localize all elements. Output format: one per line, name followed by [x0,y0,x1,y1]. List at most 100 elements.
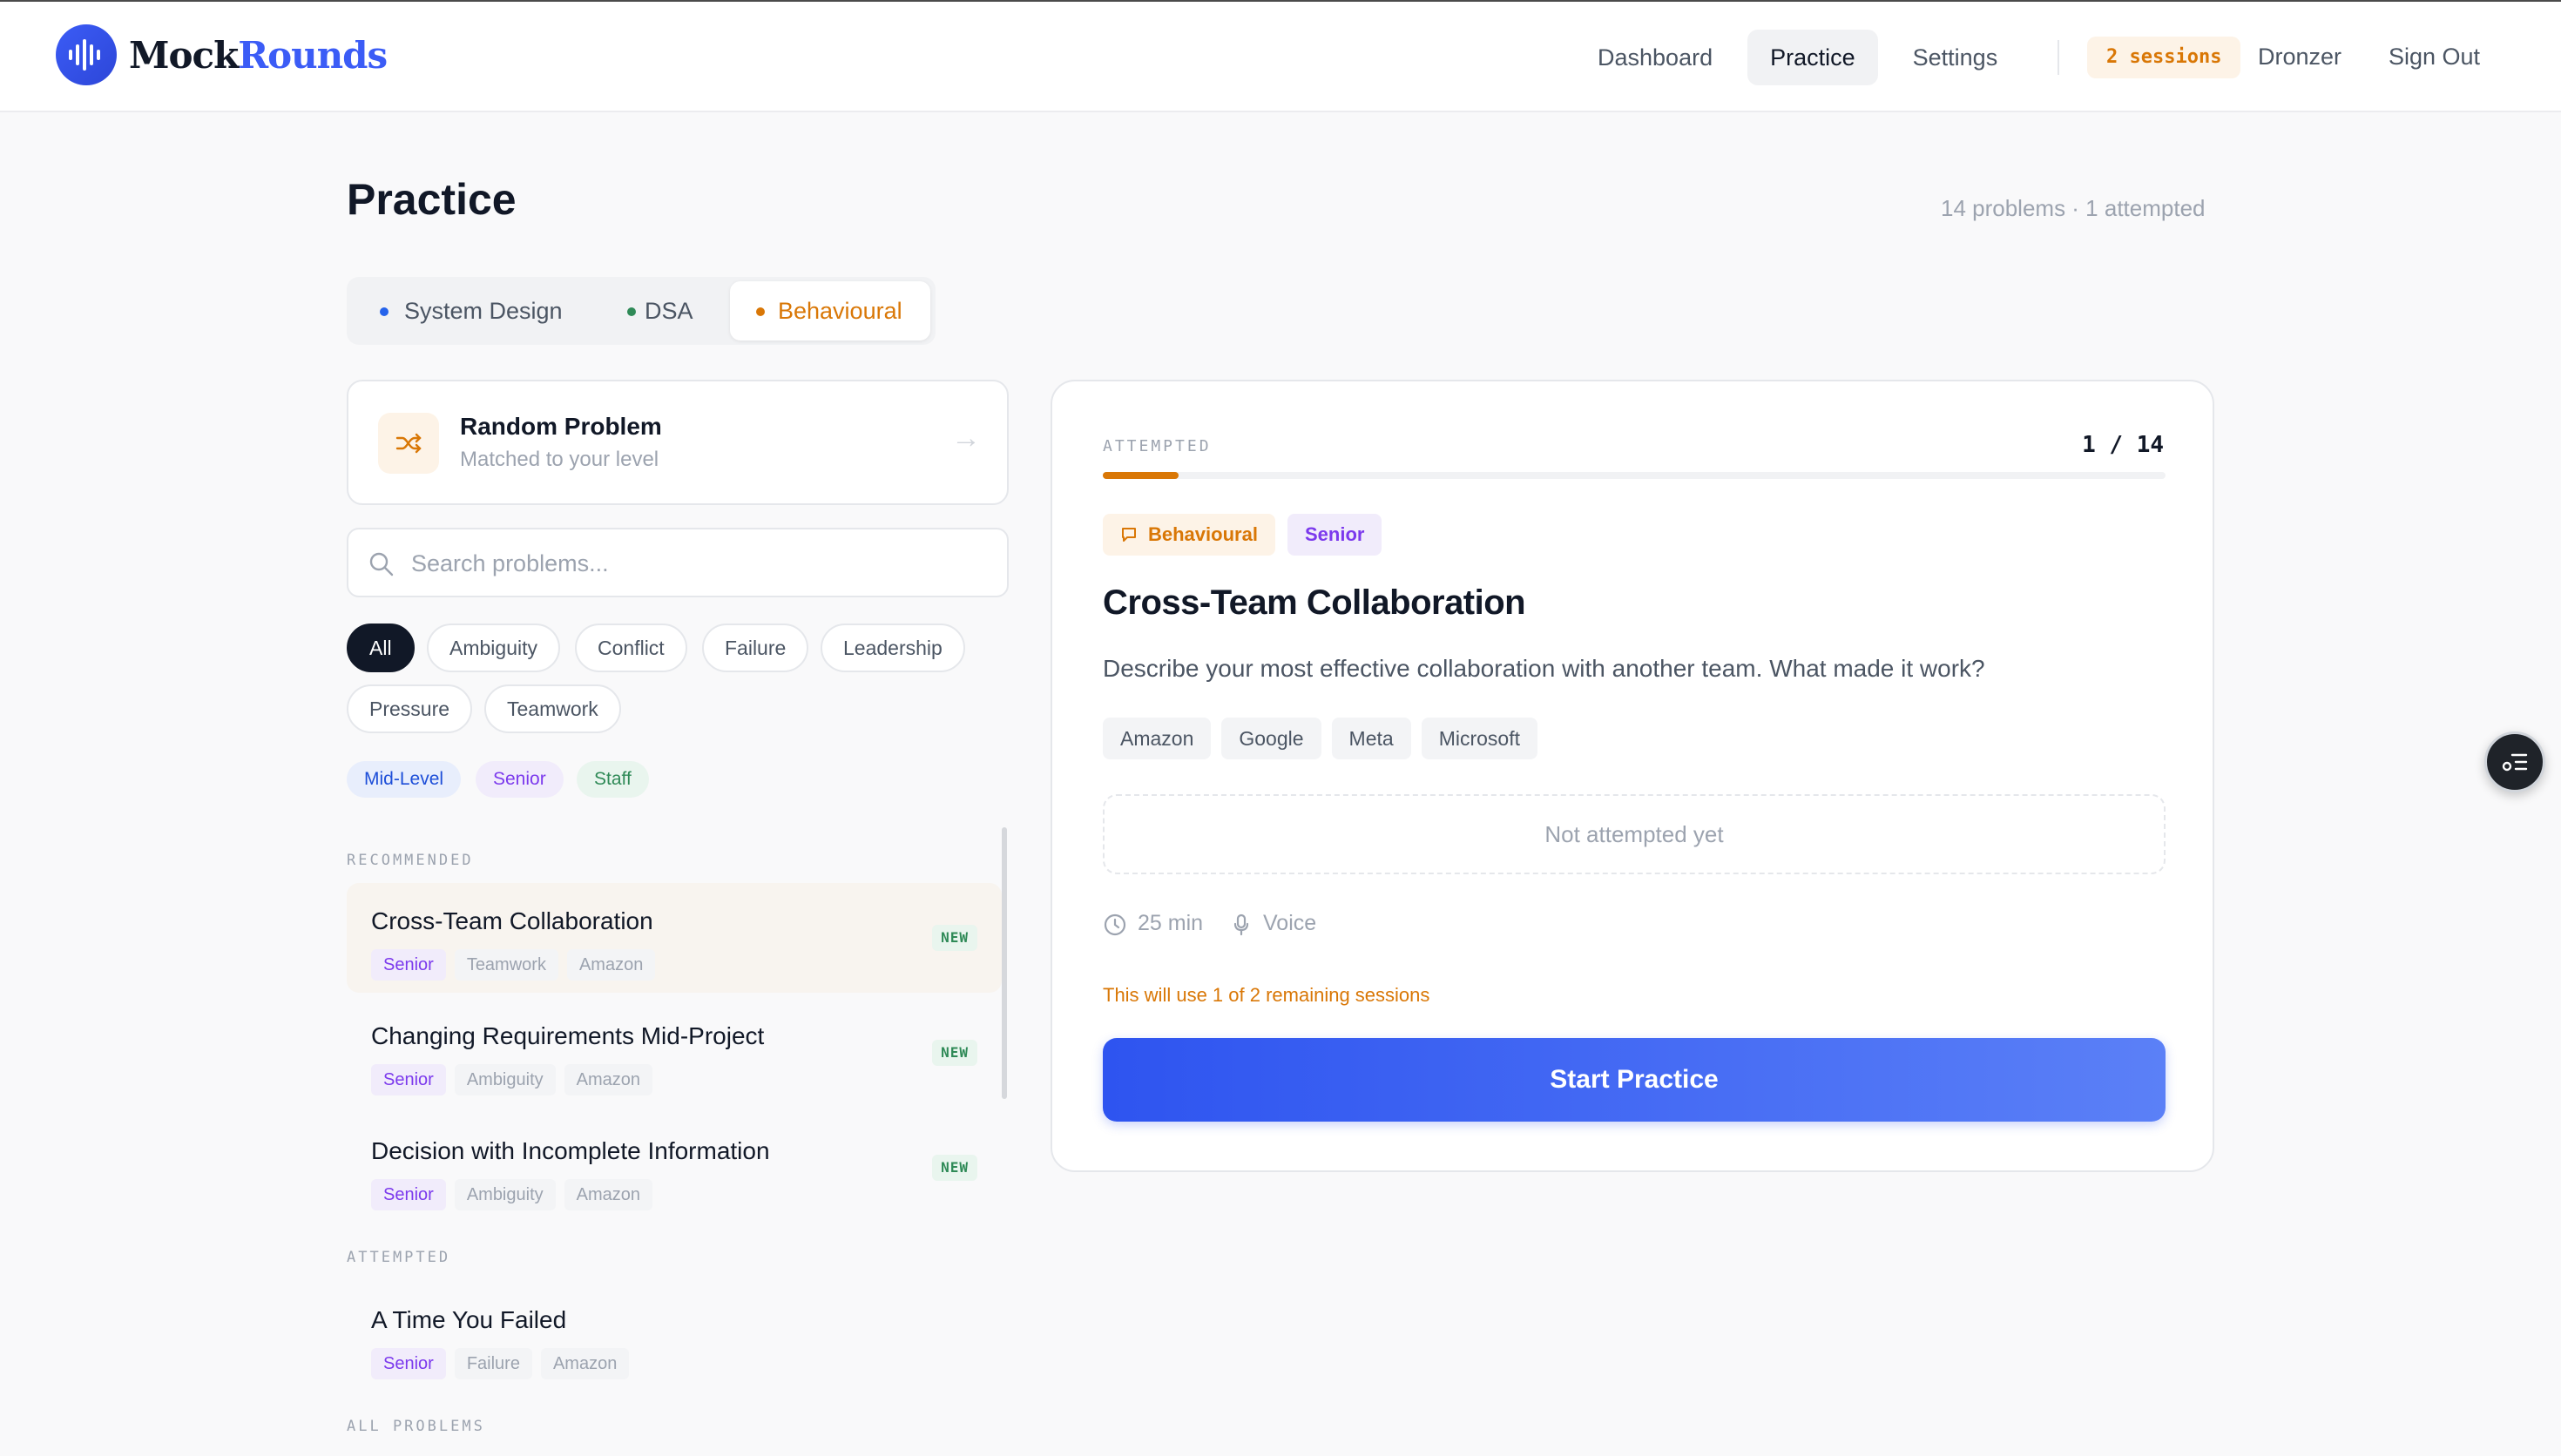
top-header: MockRounds Dashboard Practice Settings 2… [0,2,2561,112]
tab-behavioural[interactable]: Behavioural [730,281,930,340]
problem-item[interactable]: Changing Requirements Mid-Project Senior… [347,998,1002,1108]
tab-dsa[interactable]: DSA [622,277,726,345]
tab-label: DSA [645,298,693,324]
tab-system-design[interactable]: System Design [364,277,617,345]
category-tag: Teamwork [454,949,558,981]
company-tag: Meta [1331,718,1411,759]
company-tag: Amazon [564,1064,652,1095]
problem-tags: Senior Teamwork Amazon [371,949,664,981]
search-box [347,528,1009,597]
level-tag: Senior [371,1064,446,1095]
waveform-logo-icon [56,24,117,85]
problem-tags: Senior Failure Amazon [371,1348,638,1379]
filter-leadership[interactable]: Leadership [821,624,965,672]
attempt-status-label: ATTEMPTED [1103,437,1212,455]
tab-label: System Design [404,298,563,324]
nav-dashboard[interactable]: Dashboard [1575,30,1735,85]
problem-title: Decision with Incomplete Information [371,1137,770,1164]
problem-tags: Senior Ambiguity Amazon [371,1064,661,1095]
nav-divider [2058,40,2059,75]
progress-fill [1103,472,1179,479]
tab-label: Behavioural [778,298,902,324]
main-nav: Dashboard Practice Settings [1575,30,2020,85]
level-badge: Senior [1287,514,1382,556]
duration-text: 25 min [1138,911,1204,935]
section-label-all: ALL PROBLEMS [347,1418,485,1435]
duration-info: 25 min [1103,911,1203,936]
company-tag: Amazon [1103,718,1212,759]
problem-item[interactable]: Decision with Incomplete Information Sen… [347,1113,1002,1223]
page-title: Practice [347,175,517,224]
mode-info: Voice [1232,911,1316,936]
new-badge: NEW [932,925,977,951]
random-problem-subtitle: Matched to your level [460,448,659,471]
new-badge: NEW [932,1155,977,1181]
attempt-history-placeholder: Not attempted yet [1103,794,2166,874]
progress-track [1103,472,2166,479]
category-tag: Failure [454,1348,532,1379]
problem-title: Cross-Team Collaboration [371,907,653,934]
arrow-right-icon: → [951,421,981,455]
type-label: Behavioural [1148,523,1258,545]
filter-all[interactable]: All [347,624,415,672]
random-problem-card[interactable]: Random Problem Matched to your level → [347,380,1009,505]
section-label-attempted: ATTEMPTED [347,1249,451,1266]
level-tag: Senior [371,1348,446,1379]
start-practice-button[interactable]: Start Practice [1103,1038,2166,1122]
problem-title: Changing Requirements Mid-Project [371,1022,765,1049]
filter-conflict[interactable]: Conflict [575,624,687,672]
new-badge: NEW [932,1040,977,1066]
company-tag: Amazon [564,1179,652,1210]
type-badge: Behavioural [1103,514,1275,556]
filter-failure[interactable]: Failure [702,624,809,672]
problem-count: 14 problems · 1 attempted [1941,195,2206,221]
filter-teamwork[interactable]: Teamwork [484,684,621,733]
problem-counter: 1 / 14 [2082,432,2164,458]
search-icon [369,552,394,576]
track-tabs: System Design DSA Behavioural [347,277,936,345]
chat-bubble-icon [1122,528,1136,542]
random-problem-title: Random Problem [460,413,662,440]
category-tag: Ambiguity [454,1064,556,1095]
section-label-recommended: RECOMMENDED [347,852,474,869]
filter-ambiguity[interactable]: Ambiguity [427,624,560,672]
problem-detail-title: Cross-Team Collaboration [1103,583,1526,622]
tab-dot-icon [380,307,389,316]
search-input[interactable] [411,531,986,596]
clock-icon [1104,913,1126,936]
floating-menu-button[interactable] [2484,731,2545,792]
level-filter-senior[interactable]: Senior [476,761,564,798]
problem-description: Describe your most effective collaborati… [1103,655,1985,682]
logo-text: MockRounds [129,33,388,77]
company-tag: Google [1221,718,1321,759]
level-tag: Senior [371,1179,446,1210]
session-warning: This will use 1 of 2 remaining sessions [1103,984,1430,1006]
mode-text: Voice [1263,911,1317,935]
nav-settings[interactable]: Settings [1890,30,2021,85]
tab-dot-icon [756,307,765,316]
list-scrollbar[interactable] [1002,827,1007,1099]
problem-detail-card: ATTEMPTED 1 / 14 Behavioural Senior Cros… [1051,380,2214,1172]
problem-item[interactable]: Cross-Team Collaboration Senior Teamwork… [347,883,1002,993]
tab-dot-icon [627,307,636,316]
user-name[interactable]: Dronzer [2258,44,2341,71]
problem-item[interactable]: A Time You Failed Senior Failure Amazon [347,1282,1002,1392]
company-tag: Amazon [540,1348,630,1379]
level-tag: Senior [371,949,446,981]
microphone-icon [1233,913,1249,936]
problem-tags: Senior Ambiguity Amazon [371,1179,661,1210]
category-tag: Ambiguity [454,1179,556,1210]
company-tag: Amazon [566,949,656,981]
logo[interactable]: MockRounds [56,24,388,85]
company-tags: Amazon Google Meta Microsoft [1103,718,1548,759]
problem-title: A Time You Failed [371,1306,567,1333]
list-settings-icon [2502,753,2528,772]
level-filter-staff[interactable]: Staff [577,761,649,798]
shuffle-icon [378,413,439,474]
company-tag: Microsoft [1421,718,1537,759]
filter-pressure[interactable]: Pressure [347,684,473,733]
nav-practice[interactable]: Practice [1747,30,1878,85]
sign-out-link[interactable]: Sign Out [2389,44,2480,71]
level-filter-mid[interactable]: Mid-Level [347,761,462,798]
sessions-badge: 2 sessions [2087,37,2241,78]
